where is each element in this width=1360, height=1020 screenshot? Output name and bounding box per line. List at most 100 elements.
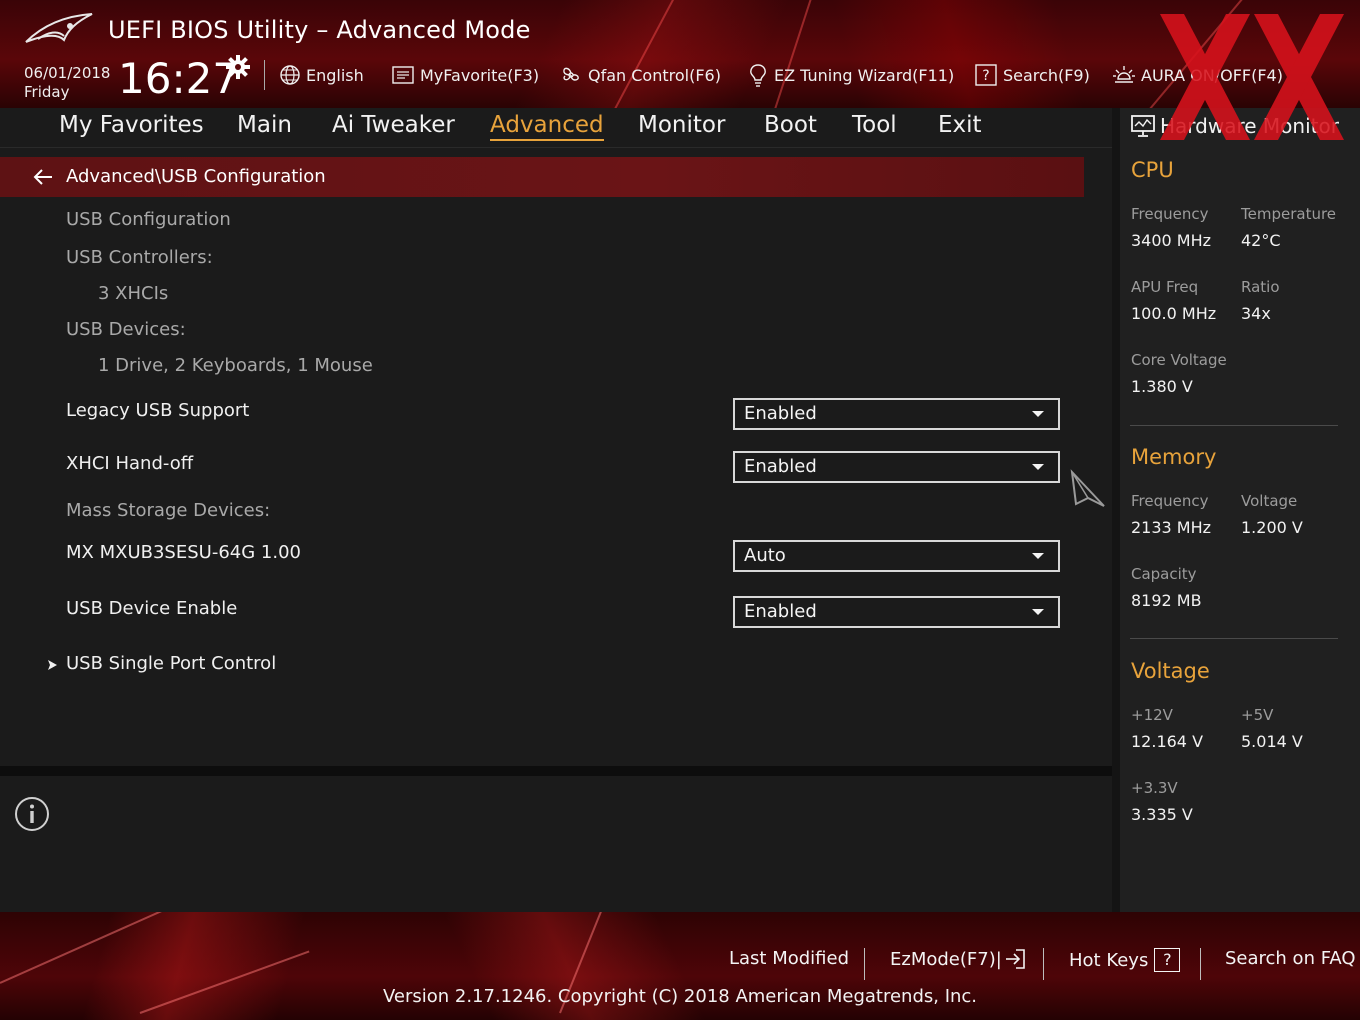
fan-icon [563, 67, 579, 81]
last-modified-button[interactable]: Last Modified [729, 948, 849, 969]
mass-storage-device-value: Auto [744, 545, 786, 566]
search-button[interactable]: ? Search(F9) [974, 62, 1090, 88]
cpu-section-title: CPU [1131, 158, 1174, 182]
date-text: 06/01/2018 [24, 64, 111, 82]
cursor-icon [1070, 469, 1105, 507]
voltage-5v-label: +5V [1241, 706, 1274, 724]
exit-to-box-icon [1005, 949, 1025, 969]
date-display: 06/01/2018 Friday [24, 64, 110, 102]
memory-frequency-label: Frequency [1131, 492, 1209, 510]
search-label: Search(F9) [1003, 65, 1090, 85]
language-button[interactable]: English [279, 62, 364, 88]
header-decoration [602, 0, 680, 108]
tab-exit[interactable]: Exit [938, 112, 982, 138]
cpu-ratio-value: 34x [1241, 304, 1271, 323]
voltage-3v3-value: 3.335 V [1131, 805, 1193, 824]
footer-bar: Last Modified EzMode(F7)| Hot Keys ? Sea… [0, 912, 1360, 1020]
header-decoration [1138, 0, 1244, 108]
dropdown-caret-icon [1032, 609, 1044, 615]
footer-decoration [0, 912, 238, 984]
memory-voltage-value: 1.200 V [1241, 518, 1303, 537]
last-modified-label: Last Modified [729, 948, 850, 969]
memory-voltage-label: Voltage [1241, 492, 1298, 510]
main-tab-bar: My Favorites Main Ai Tweaker Advanced Mo… [0, 108, 1112, 148]
help-info-panel [0, 776, 1112, 912]
apu-freq-label: APU Freq [1131, 278, 1199, 296]
header-bar: UEFI BIOS Utility – Advanced Mode 06/01/… [0, 0, 1360, 108]
back-arrow-icon[interactable] [32, 167, 54, 187]
language-label: English [306, 65, 364, 85]
xhci-handoff-label: XHCI Hand-off [66, 453, 194, 474]
search-icon: ? [975, 64, 997, 86]
usb-device-enable-value: Enabled [744, 601, 817, 622]
usb-devices-value: 1 Drive, 2 Keyboards, 1 Mouse [98, 355, 373, 376]
svg-text:?: ? [982, 68, 989, 84]
ez-tuning-wizard-button[interactable]: EZ Tuning Wizard(F11) [747, 62, 954, 88]
ezmode-button[interactable]: EzMode(F7)| [890, 948, 1026, 970]
core-voltage-label: Core Voltage [1131, 351, 1227, 369]
info-icon [15, 797, 49, 831]
core-voltage-value: 1.380 V [1131, 377, 1193, 396]
hot-keys-button[interactable]: Hot Keys ? [1069, 948, 1181, 972]
usb-controllers-value: 3 XHCIs [98, 283, 169, 304]
hw-divider [1130, 638, 1338, 639]
tab-boot[interactable]: Boot [764, 112, 817, 138]
search-on-faq-label: Search on FAQ [1225, 948, 1356, 969]
footer-separator [1200, 948, 1201, 980]
breadcrumb-path: Advanced\USB Configuration [66, 166, 326, 187]
settings-panel: Advanced\USB Configuration USB Configura… [0, 148, 1112, 766]
cpu-frequency-value: 3400 MHz [1131, 231, 1212, 250]
hardware-monitor-header: Hardware Monitor [1130, 112, 1339, 140]
dropdown-caret-icon [1032, 553, 1044, 559]
tab-main[interactable]: Main [237, 112, 292, 138]
usb-controllers-label: USB Controllers: [66, 247, 213, 268]
tab-monitor[interactable]: Monitor [638, 112, 725, 138]
voltage-3v3-label: +3.3V [1131, 779, 1178, 797]
footer-separator [864, 948, 865, 980]
qfan-control-button[interactable]: Qfan Control(F6) [559, 62, 721, 88]
app-title: UEFI BIOS Utility – Advanced Mode [108, 16, 531, 44]
rog-logo-icon [25, 13, 93, 43]
memory-section-title: Memory [1131, 445, 1217, 469]
usb-single-port-control-link[interactable]: USB Single Port Control [66, 653, 276, 674]
usb-device-enable-select[interactable]: Enabled [733, 596, 1060, 628]
tab-my-favorites[interactable]: My Favorites [59, 112, 204, 138]
gear-icon[interactable] [225, 54, 251, 80]
mass-storage-device-select[interactable]: Auto [733, 540, 1060, 572]
search-on-faq-button[interactable]: Search on FAQ [1225, 948, 1356, 969]
tab-tool[interactable]: Tool [852, 112, 897, 138]
my-favorite-label: MyFavorite(F3) [420, 65, 540, 85]
help-key-icon: ? [1154, 948, 1181, 972]
memory-capacity-label: Capacity [1131, 565, 1197, 583]
voltage-5v-value: 5.014 V [1241, 732, 1303, 751]
usb-device-enable-label: USB Device Enable [66, 598, 238, 619]
dropdown-caret-icon [1032, 411, 1044, 417]
legacy-usb-support-select[interactable]: Enabled [733, 398, 1060, 430]
aura-toggle-button[interactable]: AURA ON/OFF(F4) [1112, 62, 1283, 88]
cpu-temperature-value: 42°C [1241, 231, 1281, 250]
tab-advanced[interactable]: Advanced [490, 112, 604, 141]
aura-label: AURA ON/OFF(F4) [1141, 65, 1283, 85]
version-copyright: Version 2.17.1246. Copyright (C) 2018 Am… [382, 986, 978, 1007]
hot-keys-label: Hot Keys [1069, 949, 1149, 971]
cpu-ratio-label: Ratio [1241, 278, 1280, 296]
ezmode-label: EzMode(F7)| [890, 948, 1002, 970]
usb-devices-label: USB Devices: [66, 319, 186, 340]
tab-ai-tweaker[interactable]: Ai Tweaker [332, 112, 455, 138]
lightbulb-icon [750, 64, 766, 87]
voltage-12v-value: 12.164 V [1131, 732, 1204, 751]
favorite-list-icon [392, 66, 414, 84]
qfan-control-label: Qfan Control(F6) [588, 65, 721, 85]
footer-separator [1043, 948, 1044, 980]
mass-storage-device-label: MX MXUB3SESU-64G 1.00 [66, 542, 301, 563]
legacy-usb-support-label: Legacy USB Support [66, 400, 250, 421]
usb-configuration-heading: USB Configuration [66, 209, 231, 230]
cpu-temperature-label: Temperature [1241, 205, 1337, 223]
xhci-handoff-select[interactable]: Enabled [733, 451, 1060, 483]
ez-tuning-wizard-label: EZ Tuning Wizard(F11) [774, 65, 955, 85]
aura-icon [1113, 66, 1135, 83]
dropdown-caret-icon [1032, 464, 1044, 470]
legacy-usb-support-value: Enabled [744, 403, 817, 424]
my-favorite-button[interactable]: MyFavorite(F3) [391, 62, 539, 88]
memory-frequency-value: 2133 MHz [1131, 518, 1212, 537]
